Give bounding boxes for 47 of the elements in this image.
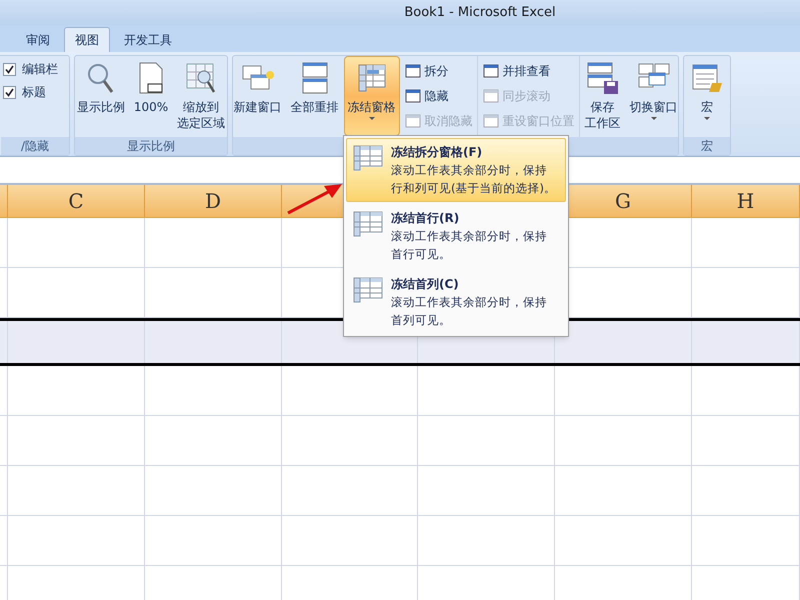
ribbon-button[interactable]: 新建窗口 [230, 56, 286, 136]
save-workspace-icon [586, 61, 620, 95]
ribbon-button[interactable]: 切换窗口 [626, 56, 682, 136]
pointer-arrow [286, 182, 344, 216]
menu-item-title: 冻结首列(C) [391, 276, 460, 293]
window-icon [404, 114, 420, 128]
checkbox[interactable] [3, 62, 16, 76]
window-icon [404, 89, 420, 103]
ribbon-small-button[interactable]: 拆分 [404, 60, 472, 82]
grid-icon [353, 211, 383, 237]
ribbon-button[interactable]: 100% [130, 56, 172, 136]
column-header[interactable]: D [204, 186, 222, 216]
checkbox-label: 标题 [22, 84, 46, 101]
checkbox[interactable] [3, 86, 16, 98]
ribbon-button[interactable]: 保存 工作区 [580, 56, 624, 136]
menu-item[interactable]: 冻结首列(C) 滚动工作表其余部分时，保持 首列可见。 [346, 270, 566, 334]
column-header[interactable]: G [615, 186, 631, 216]
menu-item-title: 冻结拆分窗格(F) [391, 144, 484, 161]
ribbon-tab[interactable]: 审阅 [16, 27, 60, 52]
menu-item-description: 滚动工作表其余部分时，保持 首行可见。 [391, 228, 547, 263]
menu-item-description: 滚动工作表其余部分时，保持 首列可见。 [391, 294, 547, 329]
window-icon [482, 89, 498, 103]
group-label: /隐藏 [20, 138, 50, 155]
window-icon [482, 64, 498, 78]
menu-item[interactable]: 冻结拆分窗格(F) 滚动工作表其余部分时，保持 行和列可见(基于当前的选择)。 [346, 138, 566, 202]
ribbon-button[interactable]: 宏 [686, 56, 728, 136]
ribbon-button[interactable]: 冻结窗格 [344, 56, 400, 136]
column-header[interactable]: H [736, 186, 754, 216]
grid-icon [353, 145, 383, 171]
ribbon-button[interactable]: 全部重排 [286, 56, 342, 136]
group-label: 宏 [701, 138, 713, 155]
menu-item[interactable]: 冻结首行(R) 滚动工作表其余部分时，保持 首行可见。 [346, 204, 566, 268]
menu-item-description: 滚动工作表其余部分时，保持 行和列可见(基于当前的选择)。 [391, 162, 556, 197]
group-label: 显示比例 [127, 138, 175, 155]
column-header[interactable]: C [68, 186, 84, 216]
checkbox-label: 编辑栏 [22, 61, 58, 78]
window-icon [404, 64, 420, 78]
ribbon-small-button[interactable]: 隐藏 [404, 85, 472, 107]
ribbon-tab[interactable]: 开发工具 [114, 27, 182, 52]
window-title: Book1 - Microsoft Excel [404, 4, 556, 22]
ribbon-button[interactable]: 显示比例 [72, 56, 129, 136]
ribbon-small-button[interactable]: 并排查看 [482, 60, 574, 82]
ribbon-button[interactable]: 缩放到 选定区域 [173, 56, 230, 136]
window-icon [482, 114, 498, 128]
menu-item-title: 冻结首行(R) [391, 210, 460, 227]
grid-icon [353, 277, 383, 303]
ribbon-tab[interactable]: 视图 [64, 27, 110, 52]
